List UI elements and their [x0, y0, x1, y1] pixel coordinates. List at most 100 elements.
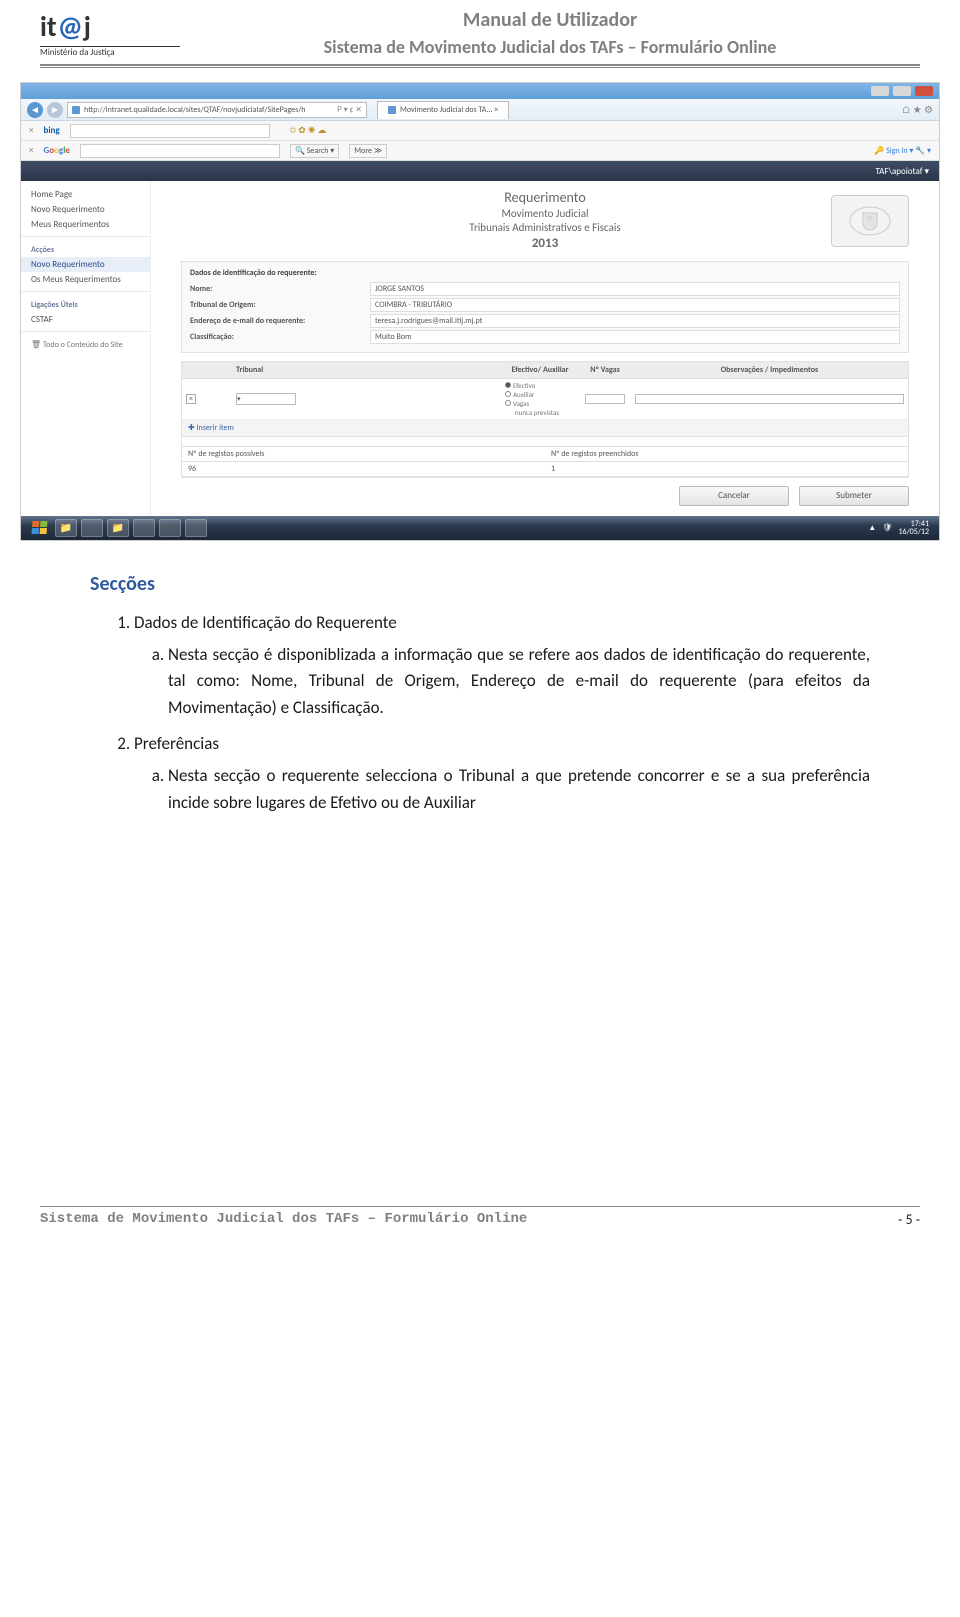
- browser-menu-icons[interactable]: ⌂ ★ ⚙: [902, 103, 933, 116]
- radio-vagas: Vagas: [513, 399, 529, 408]
- observacoes-input[interactable]: [635, 394, 904, 404]
- google-toolbar: × Google 🔍 Search ▾ More ≫ 🔑 Sign In ▾ 🔧…: [21, 141, 939, 161]
- sidebar-item-meus[interactable]: Meus Requerimentos: [21, 217, 150, 232]
- browser-url-bar: ◄ ► http://intranet.qualidade.local/site…: [21, 99, 939, 121]
- email-value: teresa.j.rodrigues@mail.itij.mj.pt: [370, 314, 900, 328]
- submit-button[interactable]: Submeter: [799, 486, 909, 506]
- page-number: - 5 -: [898, 1211, 920, 1228]
- col-efectivo: Efectivo/ Auxiliar: [505, 365, 575, 375]
- taskbar-icon-word[interactable]: W: [159, 519, 181, 537]
- tab-title: Movimento Judicial dos TA... ×: [400, 105, 498, 115]
- tribunal-select[interactable]: ▾: [236, 393, 296, 405]
- sharepoint-body: Home Page Novo Requerimento Meus Requeri…: [21, 181, 939, 516]
- manual-title: Manual de Utilizador: [180, 8, 920, 32]
- system-tray[interactable]: ▲ 🛡 17:41 16/05/12: [868, 520, 933, 536]
- windows-logo-icon: [31, 521, 47, 534]
- close-icon[interactable]: ×: [29, 145, 33, 156]
- reg-preenchidos-label: Nº de registos preenchidos: [545, 447, 908, 462]
- bing-weather-icons[interactable]: ☼ ✿ ✺ ☁: [290, 125, 327, 136]
- req-title-2: Movimento Judicial: [259, 207, 831, 221]
- req-title-1: Requerimento: [259, 189, 831, 207]
- stats-values: 96 1: [182, 462, 908, 477]
- page-footer: Sistema de Movimento Judicial dos TAFs –…: [0, 1207, 960, 1246]
- close-icon[interactable]: ×: [29, 125, 33, 136]
- sidebar-item-home[interactable]: Home Page: [21, 187, 150, 202]
- taskbar-icon-window[interactable]: ▭: [185, 519, 207, 537]
- header-titles: Manual de Utilizador Sistema de Moviment…: [180, 8, 920, 58]
- grid-row: × ▾ Efectivo Auxiliar Vagas nunca previs…: [182, 379, 908, 420]
- logo-subtitle: Ministério da Justiça: [40, 46, 180, 58]
- sidebar-item-cstaf[interactable]: CSTAF: [21, 312, 150, 327]
- item1a-text: Nesta secção é disponiblizada a informaç…: [168, 642, 870, 721]
- grid-header: Tribunal Efectivo/ Auxiliar Nº Vagas Obs…: [182, 362, 908, 379]
- taskbar-icon-folder[interactable]: 📁: [107, 519, 129, 537]
- email-label: Endereço de e-mail do requerente:: [190, 316, 370, 326]
- requerimento-header: Requerimento Movimento Judicial Tribunai…: [181, 189, 909, 253]
- sidebar-item-os-meus[interactable]: Os Meus Requerimentos: [21, 272, 150, 287]
- tray-flag-icon: ▲: [868, 523, 876, 533]
- section-list: Dados de Identificação do Requerente Nes…: [90, 610, 870, 816]
- taskbar-icon-ie[interactable]: e: [81, 519, 103, 537]
- section-title: Secções: [90, 569, 870, 600]
- url-actions[interactable]: 𝖯 ▾ ¢ ✕: [337, 105, 362, 115]
- tray-shield-icon: 🛡: [882, 523, 892, 533]
- bing-search-input[interactable]: [70, 124, 270, 138]
- identification-title: Dados de identificação do requerente:: [190, 268, 900, 278]
- logo-text-prefix: it: [40, 9, 57, 44]
- page-header: it @ j Ministério da Justiça Manual de U…: [0, 0, 960, 60]
- user-menu[interactable]: TAF\apoiotaf ▾: [875, 166, 929, 177]
- row-delete-icon[interactable]: ×: [186, 394, 196, 404]
- sidebar-header-accoes: Acções: [21, 241, 150, 257]
- maximize-button[interactable]: [893, 86, 911, 96]
- logo-main: it @ j: [40, 9, 180, 44]
- cancel-button[interactable]: Cancelar: [679, 486, 789, 506]
- close-button[interactable]: [915, 86, 933, 96]
- sidebar-all-content[interactable]: 🗑 Todo o Conteúdo do Site: [21, 336, 150, 354]
- form-buttons: Cancelar Submeter: [181, 478, 909, 506]
- identification-section: Dados de identificação do requerente: No…: [181, 261, 909, 353]
- browser-tab[interactable]: Movimento Judicial dos TA... ×: [377, 101, 509, 119]
- classificacao-label: Classificação:: [190, 332, 370, 342]
- list-item-1: Dados de Identificação do Requerente Nes…: [134, 610, 870, 721]
- vagas-input[interactable]: [585, 394, 625, 404]
- insert-item-link[interactable]: ✚ Inserir item: [182, 420, 908, 437]
- google-search-button[interactable]: 🔍 Search ▾: [290, 144, 339, 158]
- at-icon: @: [58, 9, 83, 44]
- tab-favicon: [388, 106, 396, 114]
- bing-toolbar: × bing ☼ ✿ ✺ ☁: [21, 121, 939, 141]
- col-observacoes: Observações / Impedimentos: [635, 365, 904, 375]
- item1-title: Dados de Identificação do Requerente: [134, 612, 397, 633]
- item2-title: Preferências: [134, 733, 219, 754]
- header-rule: [40, 64, 920, 68]
- sidebar-item-novo[interactable]: Novo Requerimento: [21, 202, 150, 217]
- nome-label: Nome:: [190, 284, 370, 294]
- google-signin[interactable]: 🔑 Sign In ▾ 🔧 ▾: [874, 146, 931, 156]
- sidebar: Home Page Novo Requerimento Meus Requeri…: [21, 181, 151, 516]
- taskbar-icon-explorer[interactable]: 📁: [55, 519, 77, 537]
- col-tribunal: Tribunal: [206, 365, 505, 375]
- nome-value: JORGE SANTOS: [370, 282, 900, 296]
- google-more-button[interactable]: More ≫: [349, 144, 387, 158]
- reg-possiveis-label: Nº de registos possíveis: [182, 447, 545, 462]
- google-logo: Google: [43, 145, 69, 156]
- address-field[interactable]: http://intranet.qualidade.local/sites/QT…: [67, 102, 367, 118]
- page-icon: [72, 106, 80, 114]
- col-vagas: Nº Vagas: [575, 365, 635, 375]
- stats-row: Nº de registos possíveis Nº de registos …: [182, 447, 908, 462]
- sidebar-item-novo-requerimento[interactable]: Novo Requerimento: [21, 257, 150, 272]
- taskbar-icon-outlook[interactable]: O: [133, 519, 155, 537]
- document-body: Secções Dados de Identificação do Requer…: [0, 541, 960, 816]
- google-search-input[interactable]: [80, 144, 280, 158]
- start-button[interactable]: [27, 518, 51, 538]
- manual-subtitle: Sistema de Movimento Judicial dos TAFs –…: [180, 36, 920, 58]
- forward-button[interactable]: ►: [47, 102, 63, 118]
- clock-date: 16/05/12: [898, 528, 929, 536]
- reg-possiveis-value: 96: [182, 462, 545, 477]
- preferences-grid: Tribunal Efectivo/ Auxiliar Nº Vagas Obs…: [181, 361, 909, 478]
- tribunal-origem-label: Tribunal de Origem:: [190, 300, 370, 310]
- back-button[interactable]: ◄: [27, 102, 43, 118]
- minimize-button[interactable]: [871, 86, 889, 96]
- bing-logo: bing: [43, 125, 59, 136]
- radio-nunca-previstas: nunca previstas: [515, 408, 559, 417]
- efectivo-auxiliar-radio[interactable]: Efectivo Auxiliar Vagas nunca previstas: [505, 381, 575, 417]
